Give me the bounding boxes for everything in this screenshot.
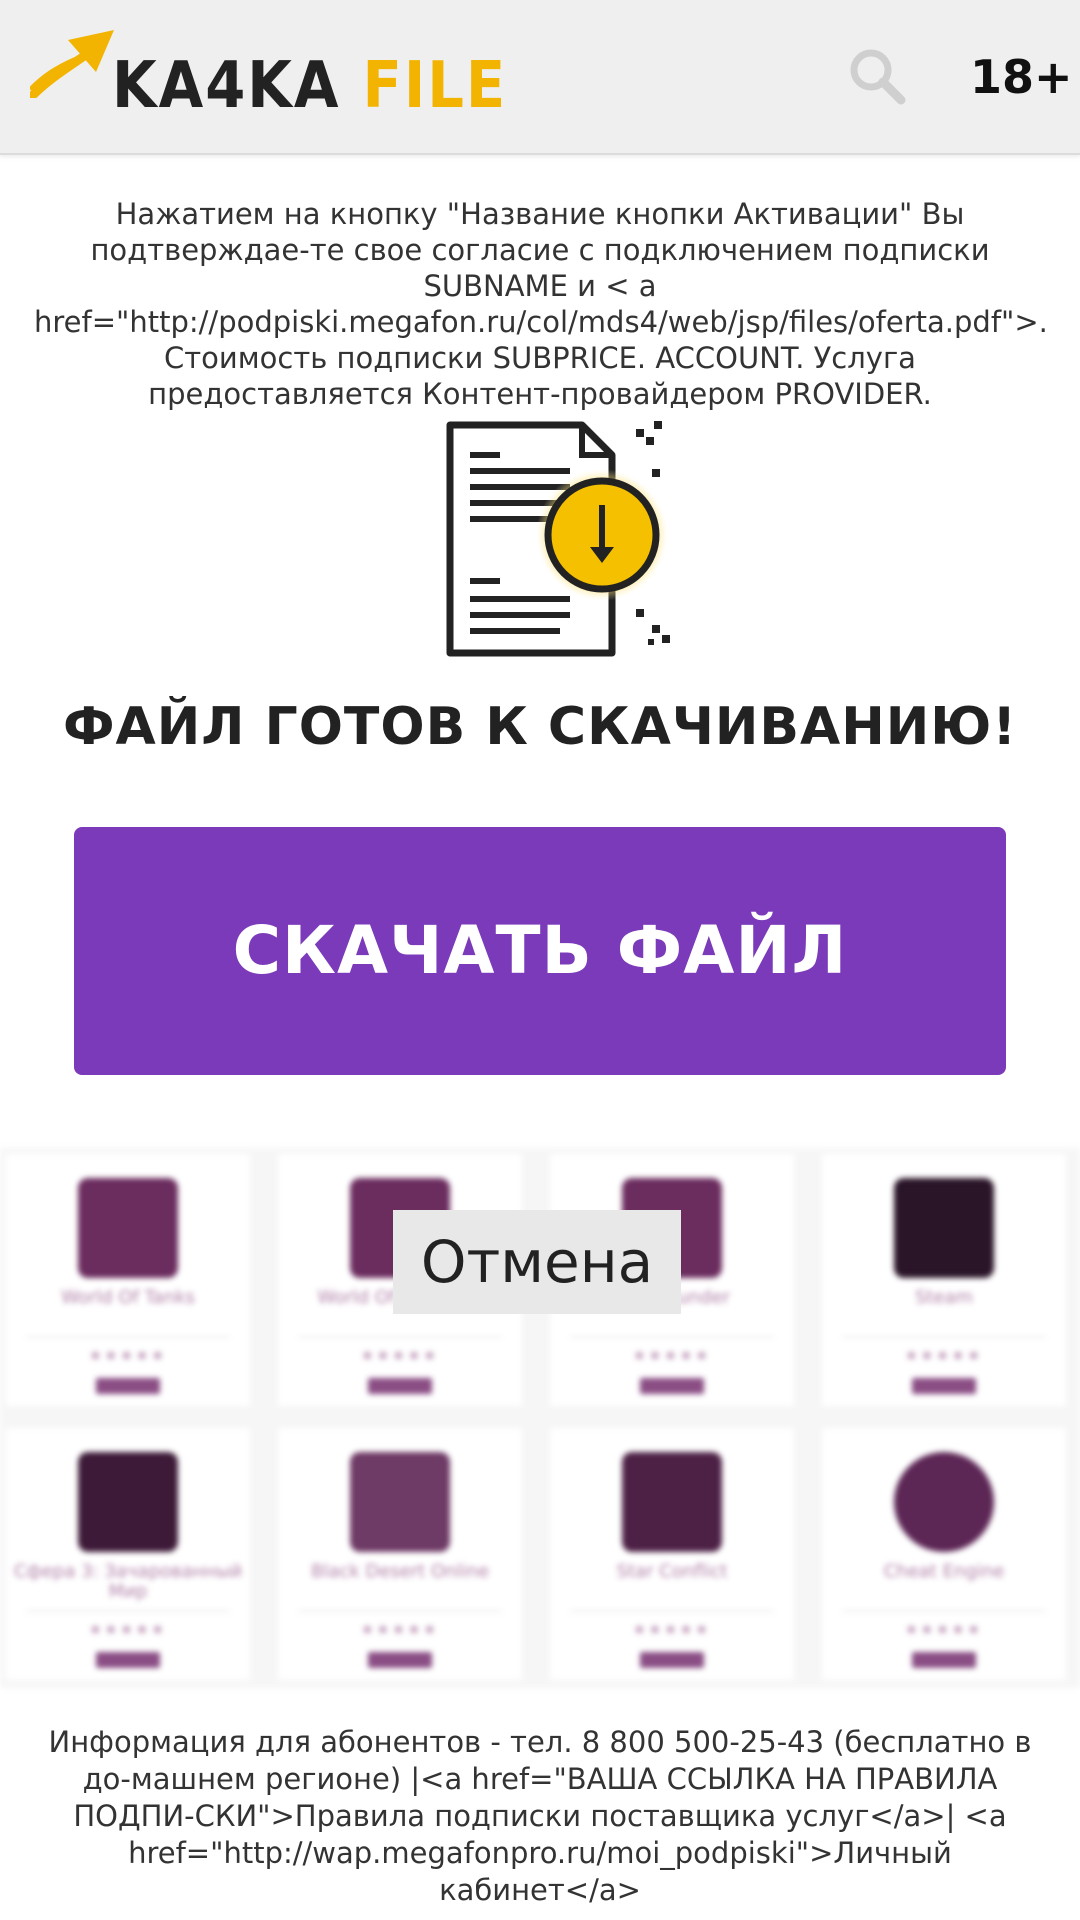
logo-text-accent: FILE (362, 49, 508, 123)
file-ready-title: ФАЙЛ ГОТОВ К СКАЧИВАНИЮ! (62, 697, 1018, 757)
app-card[interactable]: Steam ★★★★★ (822, 1154, 1066, 1406)
arrow-logo-icon (30, 30, 114, 98)
app-card[interactable]: Black Desert Online ★★★★★ (278, 1428, 522, 1680)
rating-stars: ★★★★★ (361, 1348, 439, 1364)
card-divider (26, 1336, 230, 1338)
app-card-button[interactable] (912, 1378, 976, 1394)
app-thumbnail (350, 1452, 450, 1552)
app-card-button[interactable] (912, 1652, 976, 1668)
card-divider (570, 1610, 774, 1612)
card-divider (842, 1336, 1046, 1338)
app-name: World Of Tanks (61, 1287, 195, 1308)
card-divider (298, 1610, 502, 1612)
app-name: Star Conflict (616, 1561, 728, 1582)
app-thumbnail (622, 1452, 722, 1552)
rating-stars: ★★★★★ (905, 1622, 983, 1638)
app-thumbnail (894, 1452, 994, 1552)
logo-text-dark: KA4KA (112, 49, 341, 123)
app-card-button[interactable] (368, 1652, 432, 1668)
app-card[interactable]: Cheat Engine ★★★★★ (822, 1428, 1066, 1680)
app-card-button[interactable] (96, 1378, 160, 1394)
age-rating-badge: 18+ (970, 50, 1073, 104)
app-name: Сфера 3: Зачарованный Мир (13, 1561, 243, 1602)
logo-text: KA4KA FILE (112, 54, 507, 118)
search-icon[interactable] (847, 46, 907, 106)
app-card[interactable]: Сфера 3: Зачарованный Мир ★★★★★ (6, 1428, 250, 1680)
card-divider (570, 1336, 774, 1338)
app-header: KA4KA FILE 18+ (0, 0, 1080, 155)
app-card-button[interactable] (640, 1652, 704, 1668)
app-card-button[interactable] (640, 1378, 704, 1394)
file-download-icon (446, 421, 670, 657)
app-card[interactable]: Star Conflict ★★★★★ (550, 1428, 794, 1680)
card-divider (842, 1610, 1046, 1612)
download-file-button[interactable]: СКАЧАТЬ ФАЙЛ (74, 827, 1006, 1075)
subscription-terms-text: Нажатием на кнопку "Название кнопки Акти… (34, 197, 1048, 411)
app-name: Cheat Engine (883, 1561, 1005, 1582)
rating-stars: ★★★★★ (89, 1622, 167, 1638)
rating-stars: ★★★★★ (633, 1622, 711, 1638)
app-name: Steam (914, 1287, 974, 1308)
cancel-button[interactable]: Отмена (393, 1210, 681, 1314)
app-thumbnail (894, 1178, 994, 1278)
subscriber-info-footer: Информация для абонентов - тел. 8 800 50… (48, 1725, 1032, 1907)
app-card-button[interactable] (368, 1378, 432, 1394)
app-thumbnail (78, 1452, 178, 1552)
rating-stars: ★★★★★ (89, 1348, 167, 1364)
rating-stars: ★★★★★ (633, 1348, 711, 1364)
app-card-button[interactable] (96, 1652, 160, 1668)
card-divider (26, 1610, 230, 1612)
app-name: Black Desert Online (310, 1561, 490, 1582)
rating-stars: ★★★★★ (361, 1622, 439, 1638)
app-card[interactable]: World Of Tanks ★★★★★ (6, 1154, 250, 1406)
rating-stars: ★★★★★ (905, 1348, 983, 1364)
card-divider (298, 1336, 502, 1338)
app-thumbnail (78, 1178, 178, 1278)
